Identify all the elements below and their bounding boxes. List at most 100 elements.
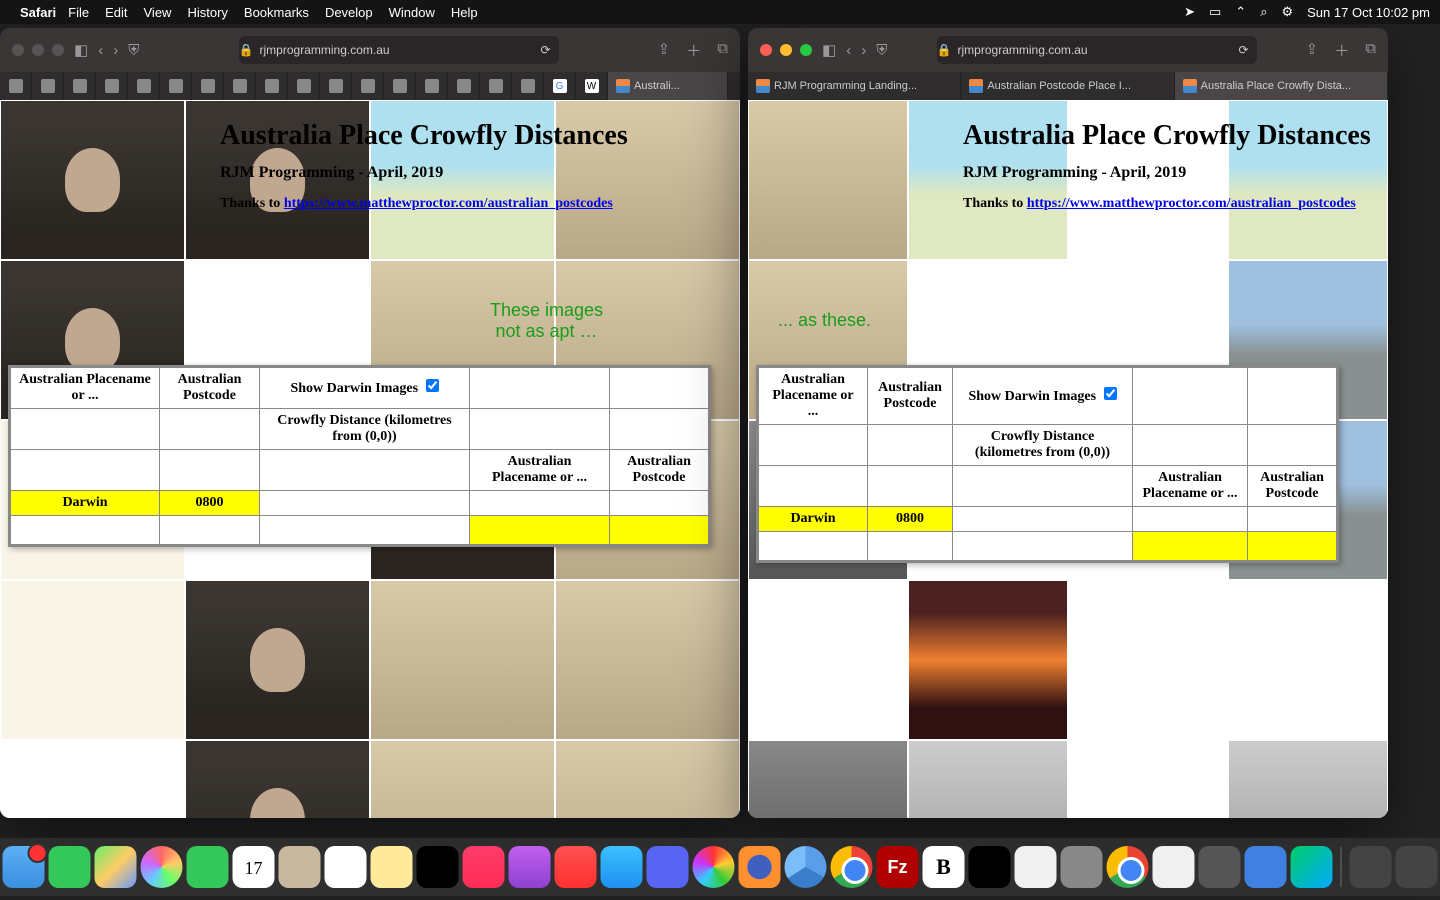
menu-develop[interactable]: Develop bbox=[325, 5, 373, 20]
reload-icon[interactable]: ⟳ bbox=[541, 43, 559, 57]
tab-item[interactable] bbox=[320, 72, 352, 100]
dock-app-chromium[interactable] bbox=[785, 846, 827, 888]
dock-app-mail[interactable] bbox=[3, 846, 45, 888]
tab-item[interactable] bbox=[64, 72, 96, 100]
cell-empty[interactable] bbox=[260, 491, 470, 516]
cell-empty[interactable] bbox=[1133, 507, 1248, 532]
dock-app-textedit2[interactable] bbox=[1153, 846, 1195, 888]
dock-app-reminders[interactable] bbox=[325, 846, 367, 888]
cell-empty[interactable] bbox=[1248, 425, 1338, 466]
cell-empty[interactable] bbox=[160, 516, 260, 546]
cell-empty[interactable] bbox=[953, 532, 1133, 562]
tab-item[interactable] bbox=[352, 72, 384, 100]
cell-yellow-empty[interactable] bbox=[610, 516, 710, 546]
show-images-checkbox[interactable] bbox=[1104, 387, 1117, 400]
minimize-button[interactable] bbox=[32, 44, 44, 56]
tab-item[interactable] bbox=[160, 72, 192, 100]
cell-empty[interactable] bbox=[10, 450, 160, 491]
cell-empty[interactable] bbox=[868, 532, 953, 562]
dock-app-appstore[interactable] bbox=[601, 846, 643, 888]
tab-item[interactable] bbox=[480, 72, 512, 100]
new-tab-icon[interactable]: ＋ bbox=[686, 40, 701, 61]
tabs-icon[interactable]: ⧉ bbox=[1365, 40, 1376, 61]
tab-item[interactable] bbox=[192, 72, 224, 100]
zoom-button[interactable] bbox=[52, 44, 64, 56]
forward-icon[interactable]: › bbox=[861, 42, 866, 59]
shield-icon[interactable]: ⛨ bbox=[876, 42, 887, 59]
tab-item[interactable] bbox=[512, 72, 544, 100]
menu-history[interactable]: History bbox=[187, 5, 227, 20]
menu-window[interactable]: Window bbox=[389, 5, 435, 20]
dock-app-news[interactable] bbox=[555, 846, 597, 888]
dock-app-facetime[interactable] bbox=[187, 846, 229, 888]
cell-empty[interactable] bbox=[10, 516, 160, 546]
cell-empty[interactable] bbox=[1133, 425, 1248, 466]
reload-icon[interactable]: ⟳ bbox=[1239, 43, 1257, 57]
menu-help[interactable]: Help bbox=[451, 5, 478, 20]
dock-app-maps[interactable] bbox=[95, 846, 137, 888]
tab-item[interactable] bbox=[288, 72, 320, 100]
dock-app-preview[interactable] bbox=[1245, 846, 1287, 888]
wifi-icon[interactable]: ⌃ bbox=[1235, 4, 1246, 20]
dock-app-podcasts[interactable] bbox=[509, 846, 551, 888]
control-center-icon[interactable]: ⚙ bbox=[1281, 4, 1293, 20]
dock-app-paintbrush[interactable] bbox=[693, 846, 735, 888]
shield-icon[interactable]: ⛨ bbox=[128, 42, 139, 59]
close-button[interactable] bbox=[12, 44, 24, 56]
cell-empty[interactable] bbox=[470, 409, 610, 450]
dock-app-photos[interactable] bbox=[141, 846, 183, 888]
tab-item[interactable]: G bbox=[544, 72, 576, 100]
tab-item[interactable]: W bbox=[576, 72, 608, 100]
cell-yellow-empty[interactable] bbox=[470, 516, 610, 546]
cell-empty[interactable] bbox=[758, 466, 868, 507]
tab-item[interactable] bbox=[448, 72, 480, 100]
cell-empty[interactable] bbox=[160, 409, 260, 450]
tab-item[interactable] bbox=[32, 72, 64, 100]
tab-item[interactable] bbox=[96, 72, 128, 100]
close-button[interactable] bbox=[760, 44, 772, 56]
dock-app-terminal[interactable] bbox=[969, 846, 1011, 888]
share-icon[interactable]: ⇪ bbox=[1306, 40, 1319, 61]
cell-empty[interactable] bbox=[470, 491, 610, 516]
cell-empty[interactable] bbox=[758, 532, 868, 562]
back-icon[interactable]: ‹ bbox=[98, 42, 103, 59]
tab-item[interactable]: Australian Postcode Place I... bbox=[961, 72, 1174, 100]
dock-app-tv[interactable] bbox=[417, 846, 459, 888]
cell-postcode-value[interactable]: 0800 bbox=[160, 491, 260, 516]
tabs-icon[interactable]: ⧉ bbox=[717, 40, 728, 61]
dock-app-textedit[interactable] bbox=[1015, 846, 1057, 888]
tab-item-active[interactable]: Australi... bbox=[608, 72, 728, 100]
cell-empty[interactable] bbox=[953, 507, 1133, 532]
address-bar[interactable]: 🔒 rjmprogramming.com.au ⟳ bbox=[937, 36, 1257, 64]
tab-item[interactable] bbox=[0, 72, 32, 100]
cell-yellow-empty[interactable] bbox=[1133, 532, 1248, 562]
cell-empty[interactable] bbox=[953, 466, 1133, 507]
dock-app-baidu[interactable]: B bbox=[923, 846, 965, 888]
tab-item[interactable] bbox=[128, 72, 160, 100]
dock-app-firefox[interactable] bbox=[739, 846, 781, 888]
cell-empty[interactable] bbox=[610, 491, 710, 516]
address-bar[interactable]: 🔒 rjmprogramming.com.au ⟳ bbox=[239, 36, 559, 64]
menu-bookmarks[interactable]: Bookmarks bbox=[244, 5, 309, 20]
new-tab-icon[interactable]: ＋ bbox=[1334, 40, 1349, 61]
cell-empty[interactable] bbox=[868, 466, 953, 507]
dock-app-notes[interactable] bbox=[371, 846, 413, 888]
dock-app-contacts[interactable] bbox=[279, 846, 321, 888]
zoom-button[interactable] bbox=[800, 44, 812, 56]
dock-app-syspref[interactable] bbox=[1061, 846, 1103, 888]
battery-icon[interactable]: ▭ bbox=[1209, 4, 1221, 20]
tab-item[interactable] bbox=[384, 72, 416, 100]
cell-postcode-value[interactable]: 0800 bbox=[868, 507, 953, 532]
dock-minimized-window[interactable] bbox=[1396, 846, 1438, 888]
thanks-link[interactable]: https://www.matthewproctor.com/australia… bbox=[284, 196, 613, 211]
cell-empty[interactable] bbox=[1248, 507, 1338, 532]
dock-app-chrome2[interactable] bbox=[1107, 846, 1149, 888]
dock-app-calendar[interactable] bbox=[233, 846, 275, 888]
dock-app-chrome[interactable] bbox=[831, 846, 873, 888]
clock[interactable]: Sun 17 Oct 10:02 pm bbox=[1307, 5, 1430, 20]
cell-empty[interactable] bbox=[610, 409, 710, 450]
cell-empty[interactable] bbox=[260, 450, 470, 491]
cell-place-value[interactable]: Darwin bbox=[10, 491, 160, 516]
dock-app-audiomidi[interactable] bbox=[1199, 846, 1241, 888]
share-icon[interactable]: ⇪ bbox=[658, 40, 671, 61]
